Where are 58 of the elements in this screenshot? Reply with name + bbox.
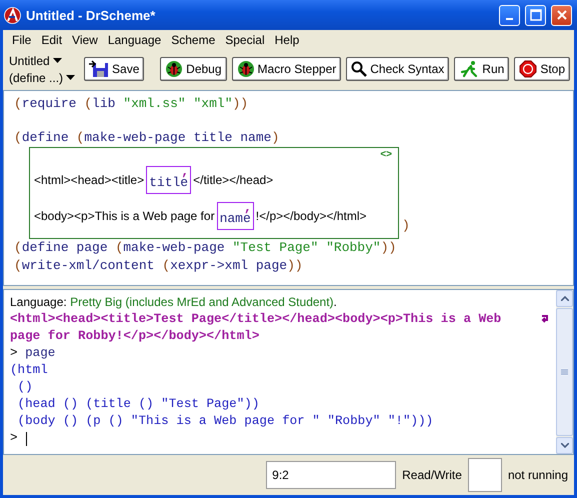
- maximize-button[interactable]: [525, 4, 546, 26]
- console-line: (): [16, 379, 34, 396]
- menu-item[interactable]: File: [7, 33, 36, 47]
- code-line: (define (make-web-page title name): [14, 129, 280, 147]
- toolbar-button[interactable]: Save: [84, 57, 144, 81]
- toolbar-button[interactable]: Run: [454, 57, 510, 81]
- bug-icon: [165, 60, 184, 78]
- menu-item[interactable]: Language: [102, 33, 166, 47]
- menu-item[interactable]: Scheme: [166, 33, 220, 47]
- minimize-button[interactable]: [499, 4, 520, 26]
- floppy-disk-icon: [89, 60, 110, 78]
- xml-box-marker: <>: [380, 149, 392, 160]
- define-menu[interactable]: (define ...): [9, 70, 64, 84]
- console-line: page for Robby!</p></body></html>: [10, 328, 260, 345]
- search-icon: [351, 61, 368, 77]
- close-button[interactable]: [551, 4, 572, 26]
- xml-text: <body><p>This is a Web page for: [34, 209, 215, 223]
- toolbar-button[interactable]: Debug: [160, 57, 227, 81]
- console-line: Language: Pretty Big (includes MrEd and Advanced Student).: [10, 294, 338, 311]
- xml-text: !</p></body></html>: [256, 209, 367, 223]
- toolbar-button[interactable]: Stop: [514, 57, 570, 81]
- code-line: (require (lib "xml.ss" "xml")): [14, 95, 250, 113]
- window-title: Untitled - DrScheme*: [26, 8, 156, 22]
- position-field: 9:2: [266, 461, 396, 489]
- menu-item[interactable]: Edit: [36, 33, 68, 47]
- unquote-box: , name: [216, 202, 254, 230]
- console-line: (head () (title () "Test Page")): [16, 396, 260, 413]
- console-line: (body () (p () "This is a Web page for " "Robby" "!"))): [16, 413, 434, 430]
- stop-icon: [519, 60, 538, 78]
- menu-item[interactable]: View: [67, 33, 103, 47]
- menu-item[interactable]: Special: [220, 33, 270, 47]
- scrollbar[interactable]: [556, 290, 573, 454]
- console-line: > page: [10, 345, 56, 362]
- console-line: (html: [10, 362, 49, 379]
- minimize-icon: [506, 18, 513, 20]
- maximize-icon: [530, 9, 542, 21]
- toolbar-button[interactable]: Macro Stepper: [232, 57, 342, 81]
- code-line: (define page (make-web-page "Test Page" "Robby")): [14, 239, 398, 257]
- status-indicator: [468, 458, 502, 492]
- code-paren: ): [402, 218, 410, 235]
- xml-text: </title></head>: [193, 173, 274, 187]
- caret-icon[interactable]: [52, 58, 62, 63]
- close-icon: [556, 9, 568, 21]
- xml-text: <html><head><title>: [34, 173, 144, 187]
- toolbar-button[interactable]: Check Syntax: [346, 57, 450, 81]
- file-menu[interactable]: Untitled: [9, 54, 50, 68]
- running-status: not running: [508, 468, 568, 482]
- app-logo-icon: [4, 6, 21, 24]
- grip-icon: [561, 369, 568, 375]
- running-figure-icon: [459, 60, 480, 78]
- code-line: (write-xml/content (xexpr->xml page)): [14, 257, 304, 275]
- mode-label: Read/Write: [402, 468, 462, 482]
- bug-icon: [236, 60, 255, 78]
- menu-item[interactable]: Help: [270, 33, 304, 47]
- console-line: <html><head><title>Test Page</title></head><body><p>This is a Web: [10, 311, 550, 328]
- unquote-box: , title: [146, 166, 192, 194]
- caret-icon[interactable]: [66, 75, 76, 80]
- console-line: >: [10, 430, 550, 447]
